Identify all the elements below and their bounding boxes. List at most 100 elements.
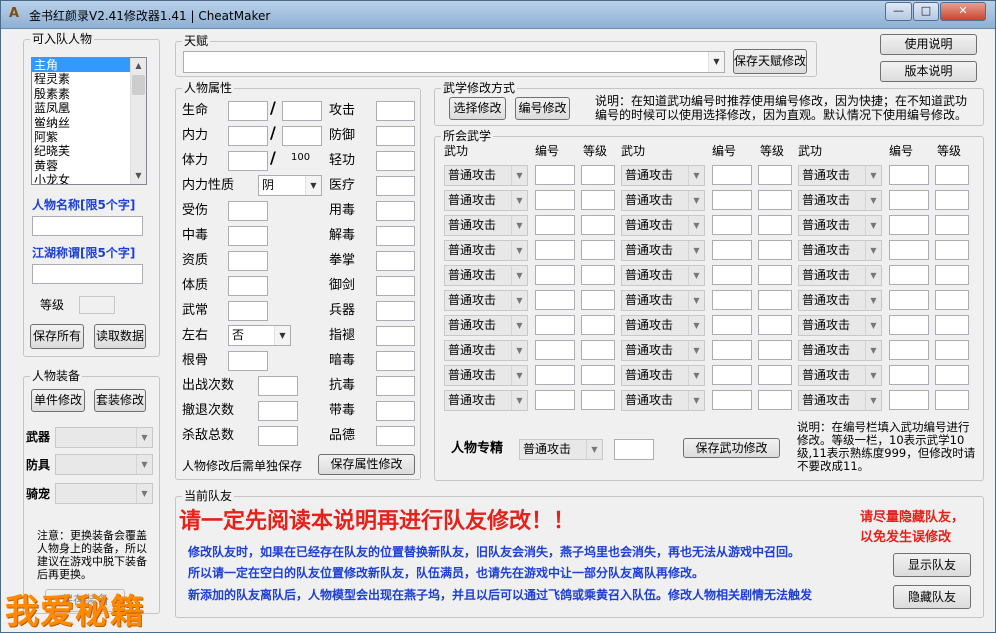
armor-select[interactable]: ▼: [55, 454, 153, 475]
skill-number-input[interactable]: [535, 290, 575, 310]
attribute-current-input[interactable]: [228, 151, 268, 171]
skill-select[interactable]: 普通攻击 ▼: [444, 265, 528, 286]
skill-number-input[interactable]: [535, 240, 575, 260]
skill-number-input[interactable]: [889, 240, 929, 260]
list-item[interactable]: 蓝凤凰: [32, 101, 146, 115]
skill-level-input[interactable]: [758, 290, 792, 310]
attribute-input[interactable]: [228, 351, 268, 371]
skill-level-input[interactable]: [581, 190, 615, 210]
attribute-input[interactable]: [228, 251, 268, 271]
attribute-input[interactable]: [376, 276, 415, 296]
attribute-input[interactable]: [228, 276, 268, 296]
skill-select[interactable]: 普通攻击 ▼: [798, 265, 882, 286]
list-item[interactable]: 殷素素: [32, 87, 146, 101]
skill-number-input[interactable]: [889, 315, 929, 335]
skill-level-input[interactable]: [758, 165, 792, 185]
skill-select[interactable]: 普通攻击 ▼: [798, 315, 882, 336]
skill-number-input[interactable]: [712, 240, 752, 260]
attribute-input[interactable]: [376, 351, 415, 371]
list-item[interactable]: 程灵素: [32, 72, 146, 86]
skill-number-input[interactable]: [889, 190, 929, 210]
skill-number-input[interactable]: [889, 265, 929, 285]
skill-level-input[interactable]: [581, 265, 615, 285]
skill-level-input[interactable]: [935, 240, 969, 260]
skill-level-input[interactable]: [581, 340, 615, 360]
maximize-button[interactable]: □: [913, 2, 939, 21]
skill-select[interactable]: 普通攻击 ▼: [798, 340, 882, 361]
skill-number-input[interactable]: [712, 165, 752, 185]
skill-number-input[interactable]: [889, 365, 929, 385]
skill-select[interactable]: 普通攻击 ▼: [621, 315, 705, 336]
skill-level-input[interactable]: [581, 165, 615, 185]
skill-select[interactable]: 普通攻击 ▼: [621, 265, 705, 286]
talent-select[interactable]: ▼: [183, 51, 725, 73]
skill-select[interactable]: 普通攻击 ▼: [444, 190, 528, 211]
attribute-input[interactable]: [258, 376, 298, 396]
scroll-down-icon[interactable]: ▼: [131, 168, 146, 184]
skill-select[interactable]: 普通攻击 ▼: [444, 240, 528, 261]
select-mode-button[interactable]: 选择修改: [449, 97, 506, 120]
help-button[interactable]: 使用说明: [880, 34, 977, 55]
neili-type-select[interactable]: 阴 ▼: [258, 175, 322, 196]
skill-select[interactable]: 普通攻击 ▼: [798, 390, 882, 411]
skill-level-input[interactable]: [758, 240, 792, 260]
skill-level-input[interactable]: [935, 165, 969, 185]
skill-select[interactable]: 普通攻击 ▼: [621, 365, 705, 386]
skill-level-input[interactable]: [758, 215, 792, 235]
skill-level-input[interactable]: [935, 390, 969, 410]
skill-select[interactable]: 普通攻击 ▼: [621, 340, 705, 361]
minimize-button[interactable]: —: [885, 2, 912, 21]
skill-select[interactable]: 普通攻击 ▼: [798, 365, 882, 386]
nickname-input[interactable]: [32, 264, 143, 284]
single-item-button[interactable]: 单件修改: [31, 389, 85, 412]
skill-number-input[interactable]: [535, 190, 575, 210]
specialty-level-input[interactable]: [614, 439, 654, 460]
attribute-max-input[interactable]: [282, 101, 322, 121]
skill-level-input[interactable]: [935, 265, 969, 285]
specialty-select[interactable]: 普通攻击 ▼: [519, 439, 603, 460]
skill-level-input[interactable]: [581, 240, 615, 260]
attribute-input[interactable]: [376, 176, 415, 196]
skill-level-input[interactable]: [935, 290, 969, 310]
skill-select[interactable]: 普通攻击 ▼: [798, 190, 882, 211]
skill-number-input[interactable]: [712, 315, 752, 335]
skill-number-input[interactable]: [535, 315, 575, 335]
number-mode-button[interactable]: 编号修改: [515, 97, 570, 120]
level-input[interactable]: [79, 296, 115, 314]
scroll-up-icon[interactable]: ▲: [131, 58, 146, 74]
attribute-input[interactable]: [376, 401, 415, 421]
attribute-input[interactable]: [376, 126, 415, 146]
skill-select[interactable]: 普通攻击 ▼: [621, 240, 705, 261]
skill-select[interactable]: 普通攻击 ▼: [444, 340, 528, 361]
skill-number-input[interactable]: [889, 215, 929, 235]
skill-level-input[interactable]: [581, 290, 615, 310]
skill-select[interactable]: 普通攻击 ▼: [798, 215, 882, 236]
skill-number-input[interactable]: [535, 365, 575, 385]
skill-number-input[interactable]: [712, 290, 752, 310]
skill-select[interactable]: 普通攻击 ▼: [444, 390, 528, 411]
hide-team-button[interactable]: 隐藏队友: [893, 585, 971, 609]
attribute-input[interactable]: [376, 151, 415, 171]
skill-select[interactable]: 普通攻击 ▼: [444, 165, 528, 186]
skill-level-input[interactable]: [935, 190, 969, 210]
skill-number-input[interactable]: [889, 290, 929, 310]
skill-level-input[interactable]: [758, 340, 792, 360]
attribute-input[interactable]: [376, 301, 415, 321]
skill-number-input[interactable]: [535, 390, 575, 410]
list-item[interactable]: 阿紫: [32, 130, 146, 144]
list-item[interactable]: 鲎纳丝: [32, 116, 146, 130]
read-data-button[interactable]: 读取数据: [94, 324, 146, 349]
attribute-max-input[interactable]: [282, 126, 322, 146]
skill-select[interactable]: 普通攻击 ▼: [444, 215, 528, 236]
skill-number-input[interactable]: [712, 190, 752, 210]
show-team-button[interactable]: 显示队友: [893, 553, 971, 577]
title-bar[interactable]: A 金书红颜录V2.41修改器1.41 | CheatMaker — □ ✕: [1, 1, 995, 29]
skill-select[interactable]: 普通攻击 ▼: [621, 215, 705, 236]
skill-number-input[interactable]: [712, 340, 752, 360]
skill-level-input[interactable]: [581, 390, 615, 410]
skill-number-input[interactable]: [889, 390, 929, 410]
attribute-input[interactable]: [228, 226, 268, 246]
list-item[interactable]: 纪晓芙: [32, 144, 146, 158]
skill-level-input[interactable]: [935, 365, 969, 385]
skill-level-input[interactable]: [935, 315, 969, 335]
